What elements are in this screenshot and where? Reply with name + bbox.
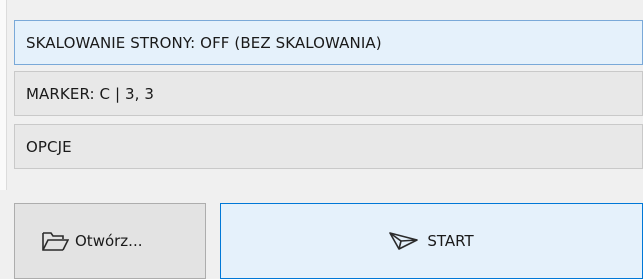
start-button[interactable]: START — [220, 203, 643, 279]
option-marker-label: MARKER: C | 3, 3 — [26, 84, 155, 103]
open-button[interactable]: Otwórz... — [14, 203, 206, 279]
options-list: SKALOWANIE STRONY: OFF (BEZ SKALOWANIA) … — [14, 0, 643, 190]
folder-open-icon — [41, 230, 69, 252]
window-left-edge — [0, 0, 7, 190]
option-page-scaling-label: SKALOWANIE STRONY: OFF (BEZ SKALOWANIA) — [26, 33, 382, 52]
option-options[interactable]: OPCJE — [14, 124, 643, 169]
option-options-label: OPCJE — [26, 137, 72, 156]
open-button-label: Otwórz... — [75, 232, 143, 250]
start-button-label: START — [427, 232, 474, 250]
option-marker[interactable]: MARKER: C | 3, 3 — [14, 71, 643, 116]
paper-plane-icon — [389, 231, 419, 251]
option-page-scaling[interactable]: SKALOWANIE STRONY: OFF (BEZ SKALOWANIA) — [14, 20, 643, 65]
